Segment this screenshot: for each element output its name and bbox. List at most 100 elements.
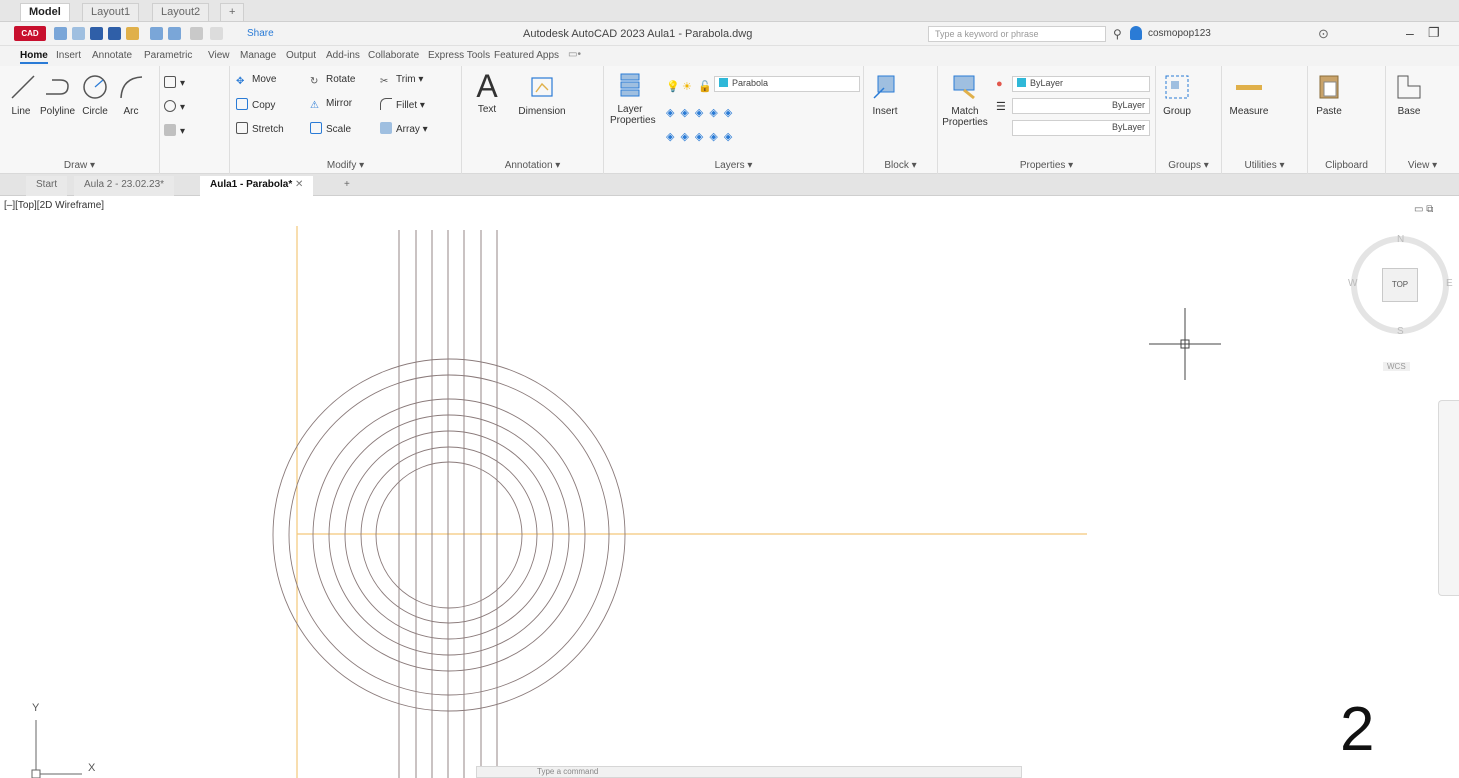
paste-button[interactable]: Paste [1312,72,1346,117]
tab-annotate[interactable]: Annotate [92,50,132,61]
viewport-controls-label[interactable]: [–][Top][2D Wireframe] [4,200,104,211]
navigation-bar[interactable] [1438,400,1459,596]
line-button[interactable]: Line [8,72,35,117]
modify-panel-title[interactable]: Modify ▾ [230,160,461,171]
print-icon[interactable] [168,27,181,40]
measure-button[interactable]: Measure [1226,72,1272,117]
layer-tools-row-1[interactable]: ◈◈◈◈◈ [666,106,738,119]
layer-lock-icon[interactable]: 🔓 [698,80,712,93]
match-properties-button[interactable]: Match Properties [942,72,988,128]
viewcube-top-face[interactable]: TOP [1382,268,1418,302]
wcs-menu[interactable]: WCS [1383,362,1410,371]
minimize-icon[interactable]: – [1406,25,1414,41]
circle-button[interactable]: Circle [80,72,110,117]
restore-icon[interactable]: ❐ [1428,25,1440,41]
layer-on-icon[interactable]: 💡 [666,80,680,93]
group-button[interactable]: Group [1160,72,1194,117]
share-button[interactable]: Share [247,28,274,39]
polyline-button[interactable]: Polyline [40,72,75,117]
layer-tools-row-2[interactable]: ◈◈◈◈◈ [666,130,738,143]
layout-tab-layout2[interactable]: Layout2 [152,3,210,21]
text-button[interactable]: A Text [472,68,502,115]
search-icon[interactable]: ⚲ [1113,27,1122,41]
stretch-button[interactable]: Stretch [236,122,284,135]
circle-entity[interactable] [375,461,523,609]
draw-panel-title[interactable]: Draw ▾ [0,160,159,171]
circle-entity[interactable] [360,446,538,624]
new-file-icon[interactable] [54,27,67,40]
tab-collaborate[interactable]: Collaborate [368,50,419,61]
layer-freeze-icon[interactable]: ☀ [682,80,692,93]
tab-insert[interactable]: Insert [56,50,81,61]
hatch-button[interactable]: ▾ [164,100,185,113]
help-icon[interactable]: ⊙ [1318,26,1329,42]
layout-tab-layout1[interactable]: Layout1 [82,3,140,21]
rotate-button[interactable]: ↻ Rotate [310,74,355,88]
fillet-button[interactable]: Fillet ▾ [380,98,425,111]
layout-tab-add[interactable]: + [220,3,245,21]
undo-icon[interactable] [190,27,203,40]
rectangle-button[interactable]: ▾ [164,76,185,89]
mirror-button[interactable]: ⚠ Mirror [310,98,352,112]
close-tab-icon[interactable]: ✕ [295,179,303,190]
viewcube-north[interactable]: N [1397,234,1404,245]
file-tab-aula1[interactable]: Aula1 - Parabola* ✕ [200,176,314,196]
circle-entity[interactable] [328,414,570,656]
circle-entity[interactable] [288,374,610,696]
tab-home[interactable]: Home [20,50,48,64]
insert-button[interactable]: Insert [868,72,902,117]
tab-view[interactable]: View [208,50,230,61]
trim-button[interactable]: ✂ Trim ▾ [380,74,423,88]
open-file-icon[interactable] [72,27,85,40]
tab-parametric[interactable]: Parametric [144,50,192,61]
user-name[interactable]: cosmopop123 [1148,28,1211,39]
redo-icon[interactable] [210,27,223,40]
command-input[interactable]: Type a command [537,767,598,776]
layer-properties-button[interactable]: Layer Properties [610,70,656,126]
circle-entity[interactable] [272,358,626,712]
arc-button[interactable]: Arc [116,72,146,117]
plot-icon[interactable] [150,27,163,40]
current-layer-dropdown[interactable]: Parabola [714,76,860,92]
tab-manage[interactable]: Manage [240,50,276,61]
view-panel-title[interactable]: View ▾ [1386,160,1459,171]
properties-panel-title[interactable]: Properties ▾ [938,160,1155,171]
save-icon[interactable] [90,27,103,40]
viewport-window-controls-icon[interactable]: ▭ ⧉ [1414,204,1433,215]
color-dropdown[interactable]: ByLayer [1012,76,1150,92]
drawing-viewport[interactable]: [–][Top][2D Wireframe] ▭ ⧉ TOP N S W E W… [0,196,1459,778]
lineweight-dropdown[interactable]: ByLayer [1012,120,1150,136]
search-input[interactable]: Type a keyword or phrase [928,26,1106,42]
move-button[interactable]: ✥ Move [236,74,276,88]
viewcube-east[interactable]: E [1446,278,1453,289]
block-panel-title[interactable]: Block ▾ [864,160,937,171]
app-logo[interactable]: CAD [14,26,46,41]
array-button[interactable]: Array ▾ [380,122,428,135]
tab-add-ins[interactable]: Add-ins [326,50,360,61]
command-line[interactable]: Type a command [476,766,1022,778]
drawing-canvas[interactable] [0,196,1459,778]
base-button[interactable]: Base [1392,72,1426,117]
user-icon[interactable] [1130,26,1142,40]
layers-panel-title[interactable]: Layers ▾ [604,160,863,171]
circle-entity[interactable] [312,398,586,672]
annotation-panel-title[interactable]: Annotation ▾ [462,160,603,171]
dimension-button[interactable]: Dimension [512,72,572,117]
viewcube-south[interactable]: S [1397,326,1404,337]
utilities-panel-title[interactable]: Utilities ▾ [1222,160,1307,171]
clipboard-panel-title[interactable]: Clipboard [1308,160,1385,171]
scale-button[interactable]: Scale [310,122,351,135]
tab-output[interactable]: Output [286,50,316,61]
new-tab-button[interactable]: + [334,176,360,196]
gradient-button[interactable]: ▾ [164,124,185,137]
ribbon-options-icon[interactable]: ▭• [568,49,581,60]
linetype-dropdown[interactable]: ByLayer [1012,98,1150,114]
groups-panel-title[interactable]: Groups ▾ [1156,160,1221,171]
file-tab-aula2[interactable]: Aula 2 - 23.02.23* [74,176,175,196]
file-tab-start[interactable]: Start [26,176,68,196]
open-web-icon[interactable] [126,27,139,40]
viewcube-west[interactable]: W [1348,278,1357,289]
copy-button[interactable]: Copy [236,98,275,111]
tab-express-tools[interactable]: Express Tools [428,50,490,61]
layout-tab-model[interactable]: Model [20,3,70,21]
